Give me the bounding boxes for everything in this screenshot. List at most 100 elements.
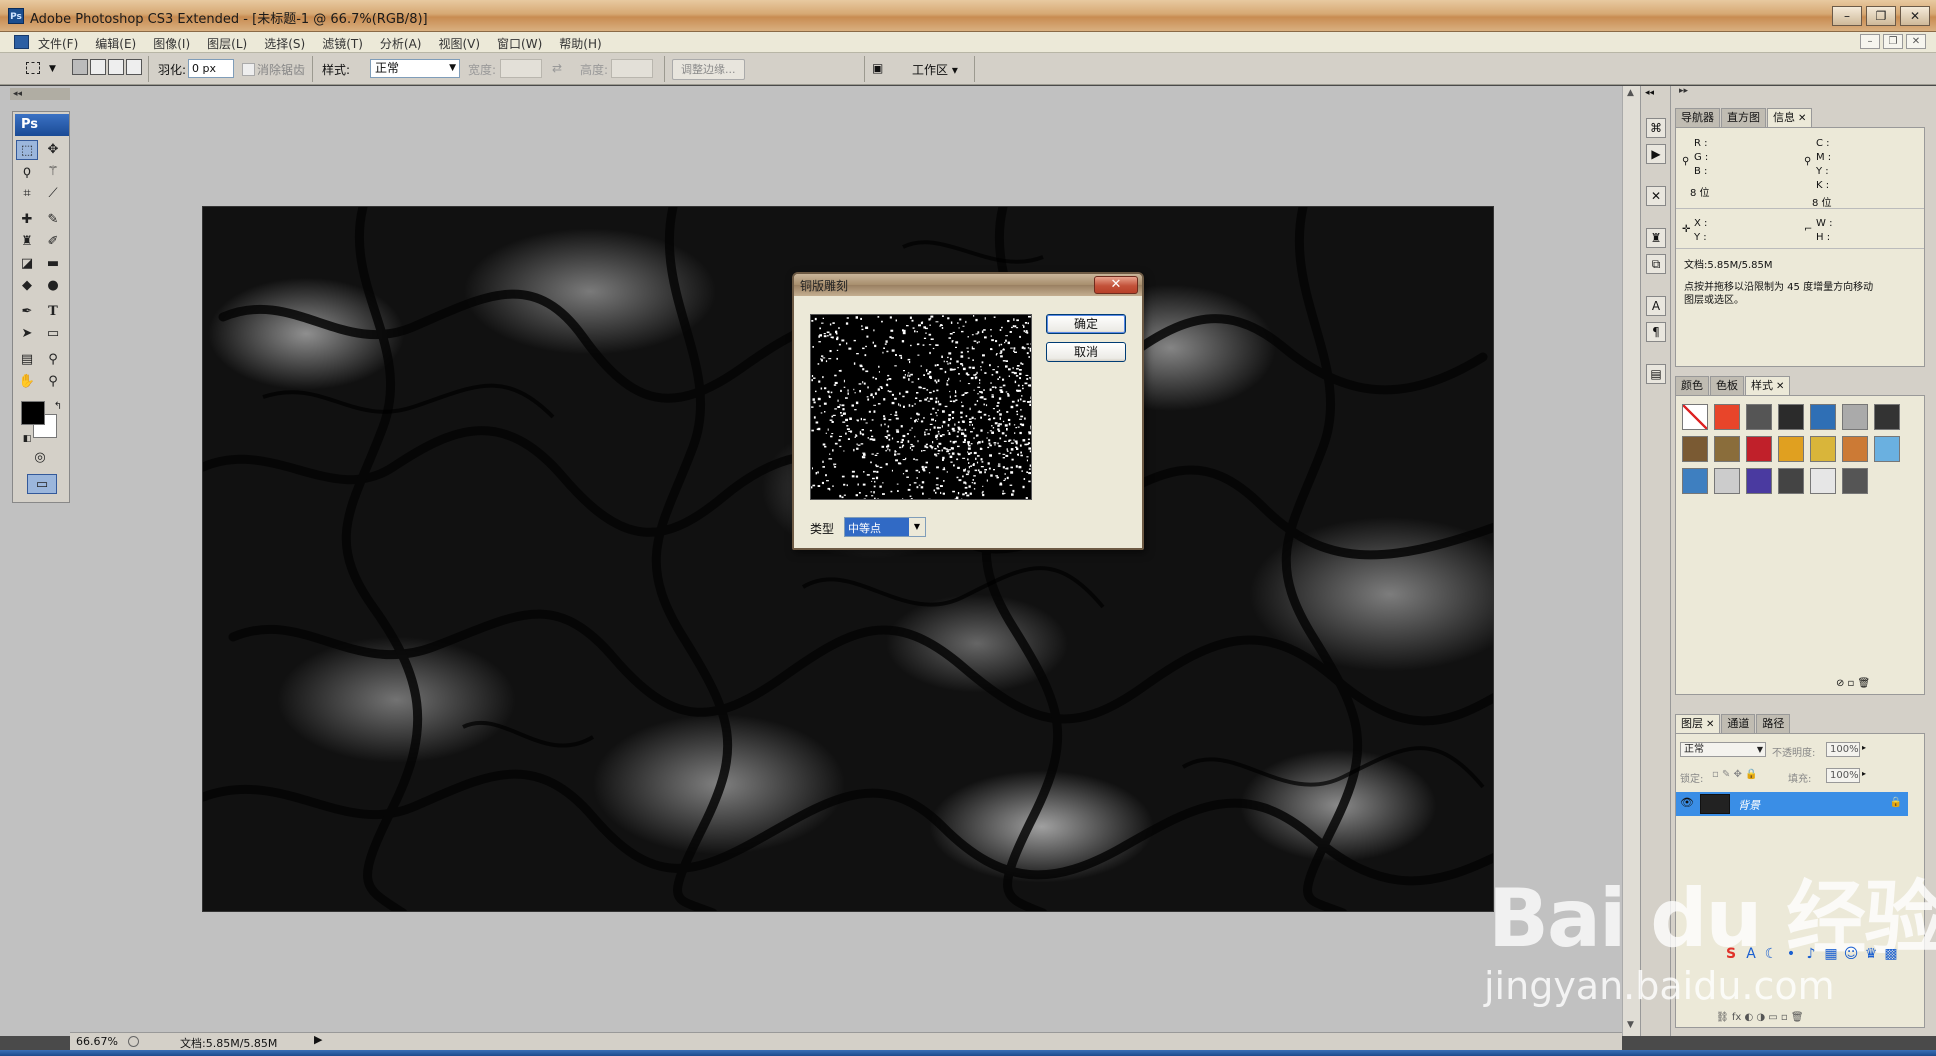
ok-button[interactable]: 确定 bbox=[1046, 314, 1126, 334]
menu-layer[interactable]: 图层(L) bbox=[207, 35, 247, 52]
tab-swatches[interactable]: 色板 bbox=[1710, 376, 1744, 395]
brushes-panel-icon[interactable]: ⌘ bbox=[1646, 118, 1666, 138]
scroll-up-icon[interactable]: ▲ bbox=[1627, 88, 1634, 98]
actions-panel-icon[interactable]: ▶ bbox=[1646, 144, 1666, 164]
zoom-level[interactable]: 66.67% bbox=[76, 1035, 118, 1048]
tab-histogram[interactable]: 直方图 bbox=[1721, 108, 1766, 127]
bridge-icon[interactable]: ▣ bbox=[872, 61, 883, 75]
gradient-tool-icon[interactable]: ▬ bbox=[42, 254, 64, 274]
menu-select[interactable]: 选择(S) bbox=[264, 35, 305, 52]
fill-input[interactable]: 100% bbox=[1826, 768, 1860, 783]
style-swatch[interactable] bbox=[1682, 468, 1708, 494]
history-brush-icon[interactable]: ✐ bbox=[42, 232, 64, 252]
ime-toolbar[interactable]: S A ☾ • ♪ ▦ ☺ ♛ ▩ bbox=[1722, 946, 1930, 968]
style-swatch[interactable] bbox=[1746, 436, 1772, 462]
menu-view[interactable]: 视图(V) bbox=[438, 35, 480, 52]
document-icon[interactable] bbox=[14, 35, 29, 49]
ime-keyboard-icon[interactable]: ▦ bbox=[1822, 946, 1840, 968]
refine-edge-button[interactable]: 调整边缘... bbox=[672, 59, 745, 80]
style-swatch[interactable] bbox=[1778, 468, 1804, 494]
tab-channels[interactable]: 通道 bbox=[1721, 714, 1756, 733]
blur-tool-icon[interactable]: ◆ bbox=[16, 276, 38, 296]
quick-mask-icon[interactable]: ◎ bbox=[29, 448, 51, 468]
close-window-button[interactable]: ✕ bbox=[1900, 6, 1930, 26]
delete-style-icon[interactable]: ⊘ ▫ 🗑 bbox=[1836, 678, 1870, 689]
healing-brush-icon[interactable]: ✚ bbox=[16, 210, 38, 230]
width-input[interactable] bbox=[500, 59, 542, 78]
dock-expand-icon[interactable]: ◂◂ bbox=[1645, 88, 1654, 98]
tab-styles[interactable]: 样式 ✕ bbox=[1745, 376, 1791, 395]
type-tool-icon[interactable]: T bbox=[42, 302, 64, 322]
clone-stamp-icon[interactable]: ♜ bbox=[16, 232, 38, 252]
eraser-tool-icon[interactable]: ◪ bbox=[16, 254, 38, 274]
menu-file[interactable]: 文件(F) bbox=[38, 35, 78, 52]
style-swatch[interactable] bbox=[1874, 404, 1900, 430]
tool-presets-panel-icon[interactable]: ✕ bbox=[1646, 186, 1666, 206]
style-swatch[interactable] bbox=[1810, 436, 1836, 462]
path-select-icon[interactable]: ➤ bbox=[16, 324, 38, 344]
layer-comps-panel-icon[interactable]: ⧉ bbox=[1646, 254, 1666, 274]
subtract-selection-button[interactable] bbox=[108, 59, 124, 75]
style-swatch[interactable] bbox=[1682, 436, 1708, 462]
ime-punct-icon[interactable]: • bbox=[1782, 946, 1800, 968]
menu-help[interactable]: 帮助(H) bbox=[559, 35, 601, 52]
style-swatch[interactable] bbox=[1746, 404, 1772, 430]
tab-navigator[interactable]: 导航器 bbox=[1675, 108, 1720, 127]
menu-edit[interactable]: 编辑(E) bbox=[95, 35, 136, 52]
crop-tool-icon[interactable]: ⌗ bbox=[16, 184, 38, 204]
chevron-right-icon[interactable]: ▸ bbox=[1862, 769, 1866, 778]
style-swatch[interactable] bbox=[1778, 404, 1804, 430]
hand-tool-icon[interactable]: ✋ bbox=[16, 372, 38, 392]
height-input[interactable] bbox=[611, 59, 653, 78]
style-swatch[interactable] bbox=[1810, 404, 1836, 430]
character-panel-icon[interactable]: A bbox=[1646, 296, 1666, 316]
foreground-color-swatch[interactable] bbox=[21, 401, 45, 425]
style-swatch[interactable] bbox=[1682, 404, 1708, 430]
brush-tool-icon[interactable]: ✎ bbox=[42, 210, 64, 230]
filter-preview[interactable] bbox=[810, 314, 1032, 500]
style-swatch[interactable] bbox=[1714, 436, 1740, 462]
ime-user-icon[interactable]: ☺ bbox=[1842, 946, 1860, 968]
dodge-tool-icon[interactable]: ● bbox=[42, 276, 64, 296]
move-tool-icon[interactable]: ✥ bbox=[42, 140, 64, 160]
minimize-button[interactable]: – bbox=[1832, 6, 1862, 26]
clone-source-panel-icon[interactable]: ♜ bbox=[1646, 228, 1666, 248]
style-swatch[interactable] bbox=[1810, 468, 1836, 494]
chevron-right-icon[interactable]: ▸ bbox=[1862, 743, 1866, 752]
type-select[interactable]: 中等点 ▼ bbox=[844, 517, 926, 537]
rect-marquee-tool-icon[interactable]: ⬚ bbox=[16, 140, 38, 160]
opacity-input[interactable]: 100% bbox=[1826, 742, 1860, 757]
ime-logo-icon[interactable]: S bbox=[1722, 946, 1740, 968]
style-swatch[interactable] bbox=[1778, 436, 1804, 462]
style-select[interactable]: 正常 ▼ bbox=[370, 59, 460, 78]
doc-minimize-button[interactable]: – bbox=[1860, 34, 1880, 49]
tab-paths[interactable]: 路径 bbox=[1756, 714, 1791, 733]
style-swatch[interactable] bbox=[1842, 436, 1868, 462]
paragraph-panel-icon[interactable]: ¶ bbox=[1646, 322, 1666, 342]
swap-icon[interactable]: ⇄ bbox=[552, 61, 562, 75]
close-icon[interactable]: ✕ bbox=[1776, 381, 1784, 392]
dialog-title-bar[interactable]: 铜版雕刻 ✕ bbox=[794, 274, 1142, 296]
ime-moon-icon[interactable]: ☾ bbox=[1762, 946, 1780, 968]
menu-window[interactable]: 窗口(W) bbox=[497, 35, 542, 52]
tab-info[interactable]: 信息 ✕ bbox=[1767, 108, 1813, 127]
feather-input[interactable]: 0 px bbox=[188, 59, 234, 78]
style-swatch[interactable] bbox=[1714, 404, 1740, 430]
notes-tool-icon[interactable]: ▤ bbox=[16, 350, 38, 370]
ime-mic-icon[interactable]: ♪ bbox=[1802, 946, 1820, 968]
slice-tool-icon[interactable]: ⟋ bbox=[42, 184, 64, 204]
lock-icons[interactable]: ▫ ✎ ✥ 🔒 bbox=[1712, 769, 1758, 780]
style-swatch[interactable] bbox=[1874, 436, 1900, 462]
swap-colors-icon[interactable]: ↰ bbox=[47, 397, 69, 417]
cancel-button[interactable]: 取消 bbox=[1046, 342, 1126, 362]
ime-shirt-icon[interactable]: ♛ bbox=[1862, 946, 1880, 968]
intersect-selection-button[interactable] bbox=[126, 59, 142, 75]
screen-mode-icon[interactable]: ▭ bbox=[27, 474, 57, 494]
style-swatch[interactable] bbox=[1842, 404, 1868, 430]
style-swatch[interactable] bbox=[1746, 468, 1772, 494]
tab-color[interactable]: 颜色 bbox=[1675, 376, 1709, 395]
tool-preset-picker[interactable]: ▼ bbox=[22, 59, 58, 79]
restore-button[interactable]: ❐ bbox=[1866, 6, 1896, 26]
magic-wand-icon[interactable]: ⚚ bbox=[42, 162, 64, 182]
workspace-menu[interactable]: 工作区 ▾ bbox=[912, 61, 958, 78]
